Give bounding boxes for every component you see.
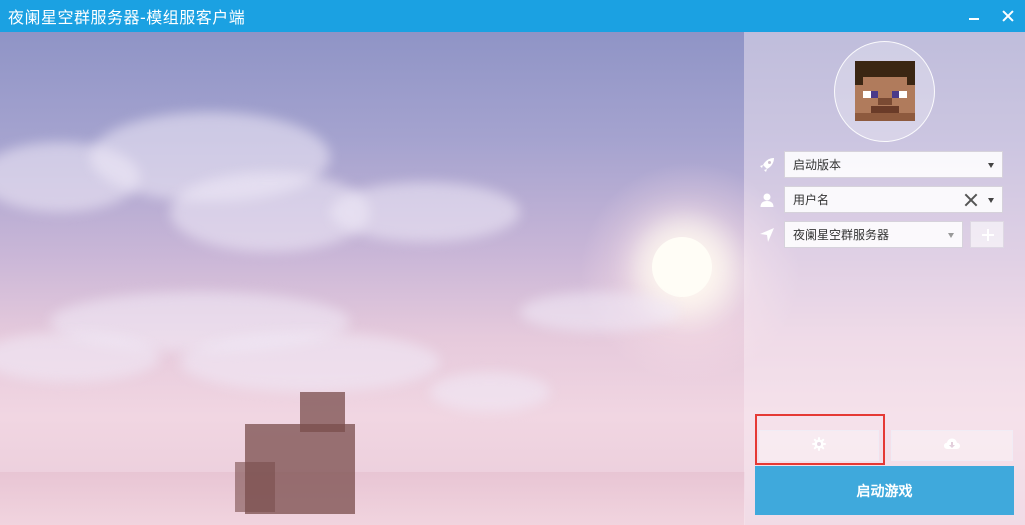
minimize-button[interactable]: [957, 0, 991, 32]
username-field[interactable]: 用户名: [784, 186, 1003, 213]
username-row: 用户名: [756, 186, 1003, 213]
close-button[interactable]: [991, 0, 1025, 32]
server-select[interactable]: 夜阑星空群服务器: [784, 221, 963, 248]
cloud: [180, 332, 440, 392]
username-field-label: 用户名: [793, 193, 830, 207]
minimize-icon: [969, 18, 979, 20]
location-arrow-icon: [756, 224, 778, 246]
gear-icon: [811, 436, 827, 456]
ruin-structure: [300, 392, 345, 432]
chevron-down-icon: [988, 198, 994, 203]
cloud-download-icon: [943, 436, 961, 456]
cloud: [330, 182, 520, 242]
server-row: 夜阑星空群服务器: [756, 221, 963, 248]
clear-icon[interactable]: [964, 193, 978, 207]
server-select-label: 夜阑星空群服务器: [793, 228, 890, 242]
window-title: 夜阑星空群服务器-模组服客户端: [8, 8, 246, 27]
chevron-down-icon: [948, 233, 954, 238]
version-select[interactable]: 启动版本: [784, 151, 1003, 178]
ground: [0, 472, 745, 525]
cloud: [520, 292, 680, 332]
avatar-frame[interactable]: [834, 41, 935, 142]
steve-avatar: [855, 61, 915, 121]
title-bar[interactable]: 夜阑星空群服务器-模组服客户端: [0, 0, 1025, 32]
download-button[interactable]: [891, 430, 1013, 461]
window-controls: [957, 0, 1025, 32]
cloud: [0, 332, 160, 382]
ruin-structure: [235, 462, 275, 512]
settings-button[interactable]: [759, 430, 879, 461]
rocket-icon: [756, 154, 778, 176]
add-server-button[interactable]: [970, 221, 1004, 248]
chevron-down-icon: [988, 163, 994, 168]
version-select-label: 启动版本: [793, 158, 842, 172]
cloud: [430, 372, 550, 412]
user-icon: [756, 189, 778, 211]
launcher-side-panel: 启动版本 用户名 夜阑星空群服务器 启动游戏: [744, 32, 1025, 525]
version-row: 启动版本: [756, 151, 1003, 178]
launch-game-button[interactable]: 启动游戏: [755, 466, 1014, 515]
close-icon: [1002, 10, 1014, 22]
sun: [652, 237, 712, 297]
